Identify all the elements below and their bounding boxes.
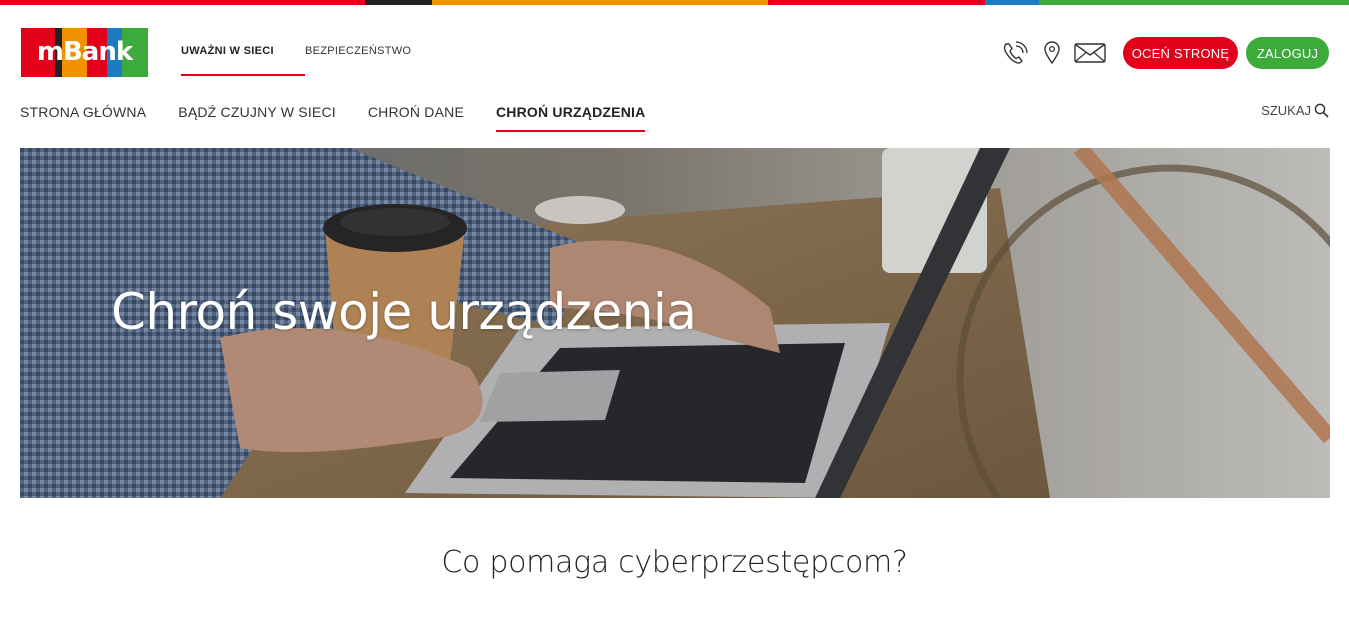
top-nav: UWAŻNI W SIECI BEZPIECZEŃSTWO <box>181 45 425 76</box>
strip-segment <box>768 0 985 5</box>
main-nav-item-chron-urzadzenia[interactable]: CHROŃ URZĄDZENIA <box>495 104 646 132</box>
search-button[interactable]: SZUKAJ <box>1261 103 1329 118</box>
rate-page-button[interactable]: OCEŃ STRONĘ <box>1123 37 1238 69</box>
login-button[interactable]: ZALOGUJ <box>1246 37 1329 69</box>
section-title: Co pomaga cyberprzestępcom? <box>441 545 908 580</box>
strip-segment <box>1039 0 1349 5</box>
hero-banner: Chroń swoje urządzenia <box>20 148 1330 498</box>
search-icon <box>1314 103 1329 118</box>
location-pin-icon[interactable] <box>1043 40 1061 66</box>
mbank-logo[interactable]: mBank <box>21 28 148 77</box>
main-nav-item-chron-dane[interactable]: CHROŃ DANE <box>368 104 464 132</box>
strip-segment <box>432 0 768 5</box>
header-icons <box>1001 40 1106 66</box>
strip-segment <box>0 0 365 5</box>
main-nav: STRONA GŁÓWNA BĄDŹ CZUJNY W SIECI CHROŃ … <box>20 104 677 132</box>
hero-title: Chroń swoje urządzenia <box>111 283 697 341</box>
main-nav-item-strona-glowna[interactable]: STRONA GŁÓWNA <box>20 104 146 132</box>
phone-icon[interactable] <box>1001 40 1029 66</box>
strip-segment <box>985 0 1039 5</box>
mail-icon[interactable] <box>1074 42 1106 64</box>
brand-color-strip <box>0 0 1349 5</box>
search-label: SZUKAJ <box>1261 103 1311 118</box>
strip-segment <box>365 0 432 5</box>
top-nav-item-uwazni-w-sieci[interactable]: UWAŻNI W SIECI <box>181 45 305 76</box>
logo-text: mBank <box>36 37 133 67</box>
main-nav-item-badz-czujny[interactable]: BĄDŹ CZUJNY W SIECI <box>178 104 336 132</box>
top-nav-item-bezpieczenstwo[interactable]: BEZPIECZEŃSTWO <box>305 45 425 76</box>
